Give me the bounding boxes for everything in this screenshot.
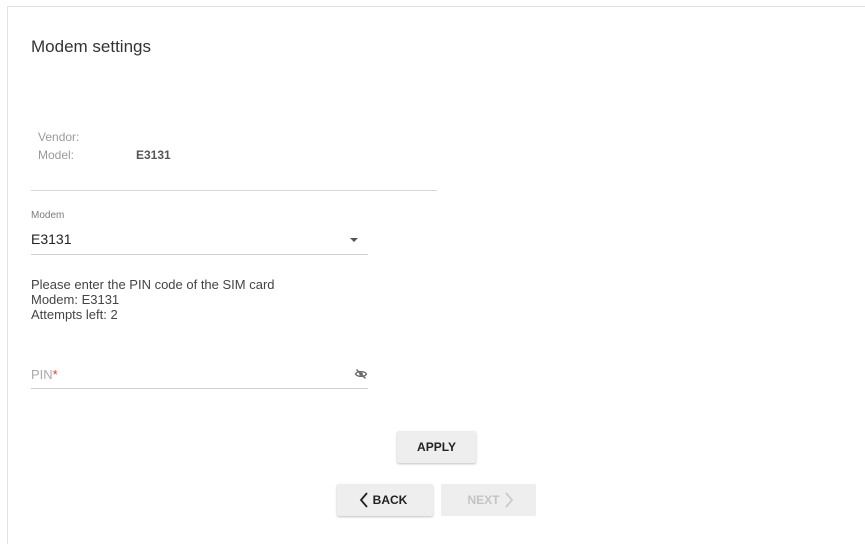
apply-button[interactable]: APPLY xyxy=(397,431,476,463)
eye-off-icon[interactable] xyxy=(354,367,368,381)
vendor-label: Vendor: xyxy=(38,130,80,144)
model-label: Model: xyxy=(38,148,75,162)
chevron-left-icon xyxy=(359,492,369,508)
caret-down-icon xyxy=(350,238,358,242)
pin-input[interactable] xyxy=(31,361,341,387)
section-divider xyxy=(31,190,437,191)
apply-button-label: APPLY xyxy=(417,440,456,454)
chevron-right-icon xyxy=(504,492,514,508)
pin-message-modem: Modem: E3131 xyxy=(31,292,120,307)
modem-select-value: E3131 xyxy=(31,231,72,247)
page-title: Modem settings xyxy=(31,37,151,56)
modem-select[interactable]: E3131 xyxy=(31,226,368,255)
pin-message-attempts: Attempts left: 2 xyxy=(31,307,118,322)
pin-field: PIN* xyxy=(31,361,368,389)
pin-message-line: Please enter the PIN code of the SIM car… xyxy=(31,277,275,292)
modem-select-caption: Modem xyxy=(31,210,65,221)
model-value: E3131 xyxy=(136,148,171,162)
next-button[interactable]: NEXT xyxy=(441,484,536,516)
next-button-label: NEXT xyxy=(467,493,500,507)
back-button-label: BACK xyxy=(372,493,408,507)
page-frame xyxy=(7,6,865,544)
back-button[interactable]: BACK xyxy=(337,484,433,516)
